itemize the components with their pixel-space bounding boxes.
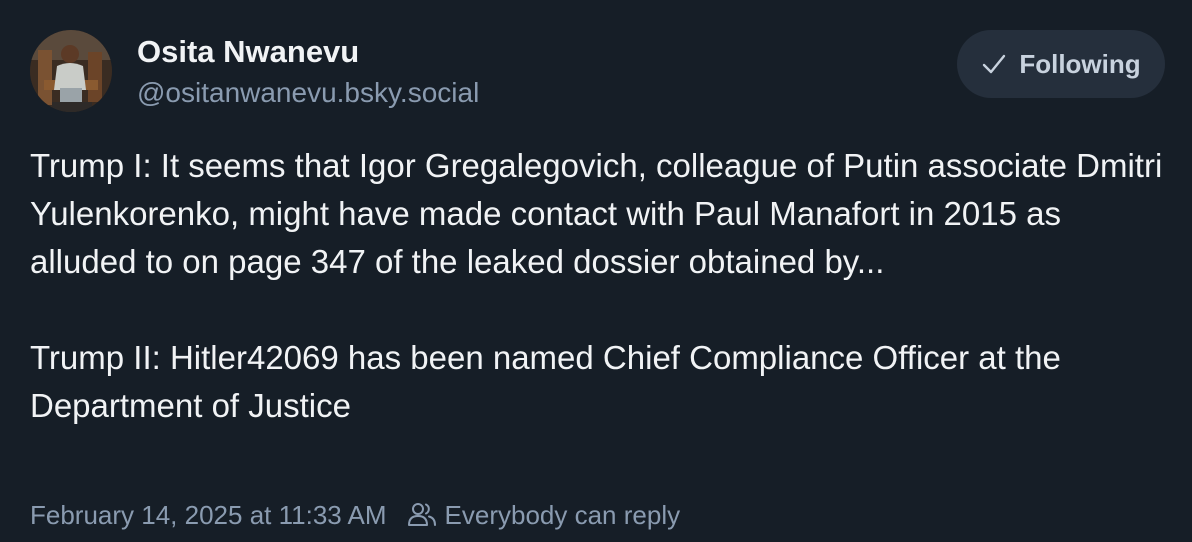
author-display-name[interactable]: Osita Nwanevu [137,34,359,70]
post-paragraph: Trump II: Hitler42069 has been named Chi… [30,339,1061,424]
author-avatar[interactable] [30,30,112,112]
people-icon [407,503,436,526]
post-paragraph: Trump I: It seems that Igor Gregalegovic… [30,147,1163,280]
avatar-photo-icon [30,30,112,112]
post-meta: February 14, 2025 at 11:33 AM Everybody … [30,497,680,533]
following-button-label: Following [1019,48,1141,79]
post-timestamp[interactable]: February 14, 2025 at 11:33 AM [30,500,387,531]
check-icon [983,54,1006,74]
following-button[interactable]: Following [957,30,1165,98]
reply-setting-label: Everybody can reply [444,499,681,530]
reply-setting[interactable]: Everybody can reply [407,499,681,531]
author-handle[interactable]: @ositanwanevu.bsky.social [137,77,479,109]
post-thread-item: Osita Nwanevu @ositanwanevu.bsky.social … [0,0,1192,542]
post-text: Trump I: It seems that Igor Gregalegovic… [30,142,1170,430]
